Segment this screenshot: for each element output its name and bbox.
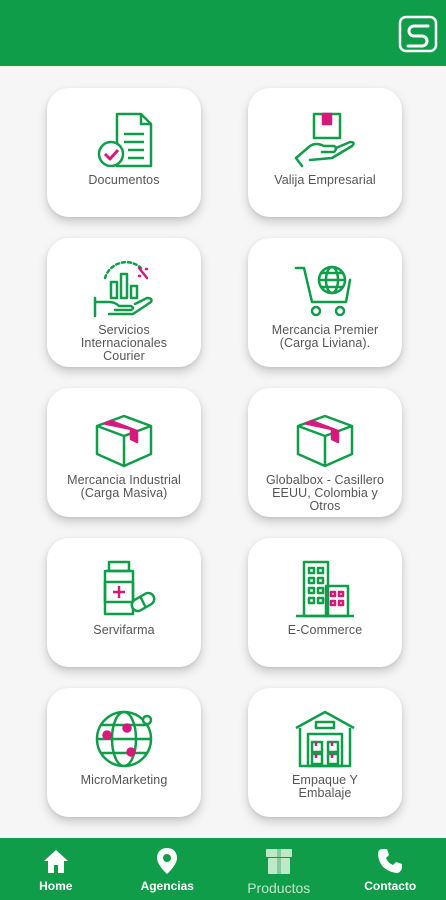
product-card-servicios-internacionales[interactable]: Servicios Internacionales Courier bbox=[47, 238, 201, 367]
product-card-e-commerce[interactable]: E-Commerce bbox=[248, 538, 402, 667]
product-card-valija-empresarial[interactable]: Valija Empresarial bbox=[248, 88, 402, 217]
products-box-icon bbox=[265, 849, 292, 874]
product-label: E-Commerce bbox=[287, 623, 363, 637]
box-in-hand-icon bbox=[294, 112, 355, 168]
product-card-mercancia-premier[interactable]: Mercancia Premier (Carga Liviana). bbox=[248, 238, 402, 367]
globe-cart-icon bbox=[294, 265, 352, 317]
product-label: Empaque Y Embalaje bbox=[292, 773, 358, 800]
nav-item-productos[interactable]: Productos bbox=[223, 838, 335, 900]
product-card-documentos[interactable]: Documentos bbox=[47, 88, 201, 217]
box-icon bbox=[95, 414, 153, 468]
medicine-bottle-icon bbox=[103, 560, 156, 616]
phone-icon bbox=[378, 849, 403, 873]
product-card-servifarma[interactable]: Servifarma bbox=[47, 538, 201, 667]
nav-label: Agencias bbox=[140, 879, 194, 893]
product-label: Mercancia Premier (Carga Liviana). bbox=[271, 323, 379, 350]
growth-chart-hand-icon bbox=[93, 260, 153, 318]
product-card-globalbox[interactable]: Globalbox - Casillero EEUU, Colombia y Otr… bbox=[248, 388, 402, 517]
products-grid: Documentos Valija Empresarial Servicios I… bbox=[0, 66, 446, 838]
top-app-bar bbox=[0, 0, 446, 66]
home-icon bbox=[43, 850, 68, 873]
nav-label: Contacto bbox=[364, 879, 417, 893]
nav-label: Productos bbox=[247, 880, 311, 896]
s-logo-icon[interactable] bbox=[398, 14, 438, 54]
product-label: Documentos bbox=[88, 173, 160, 187]
box-icon bbox=[296, 414, 354, 468]
product-label: MicroMarketing bbox=[80, 773, 168, 787]
network-globe-icon bbox=[95, 710, 153, 768]
warehouse-icon bbox=[295, 710, 355, 768]
product-label: Servifarma bbox=[93, 623, 155, 637]
product-card-micromarketing[interactable]: MicroMarketing bbox=[47, 688, 201, 817]
product-label: Valija Empresarial bbox=[274, 173, 376, 187]
location-pin-icon bbox=[157, 848, 178, 874]
nav-item-agencias[interactable]: Agencias bbox=[112, 838, 224, 900]
document-check-icon bbox=[97, 112, 153, 168]
product-card-mercancia-industrial[interactable]: Mercancia Industrial (Carga Masiva) bbox=[47, 388, 201, 517]
nav-item-contacto[interactable]: Contacto bbox=[335, 838, 446, 900]
nav-item-home[interactable]: Home bbox=[0, 838, 112, 900]
nav-label: Home bbox=[39, 879, 73, 893]
product-label: Globalbox - Casillero EEUU, Colombia y Otr… bbox=[265, 473, 385, 513]
buildings-icon bbox=[296, 560, 354, 618]
product-label: Mercancia Industrial (Carga Masiva) bbox=[67, 473, 181, 500]
bottom-navigation: Home Agencias Productos Contacto bbox=[0, 838, 446, 900]
product-label: Servicios Internacionales Courier bbox=[80, 323, 168, 363]
product-card-empaque-embalaje[interactable]: Empaque Y Embalaje bbox=[248, 688, 402, 817]
